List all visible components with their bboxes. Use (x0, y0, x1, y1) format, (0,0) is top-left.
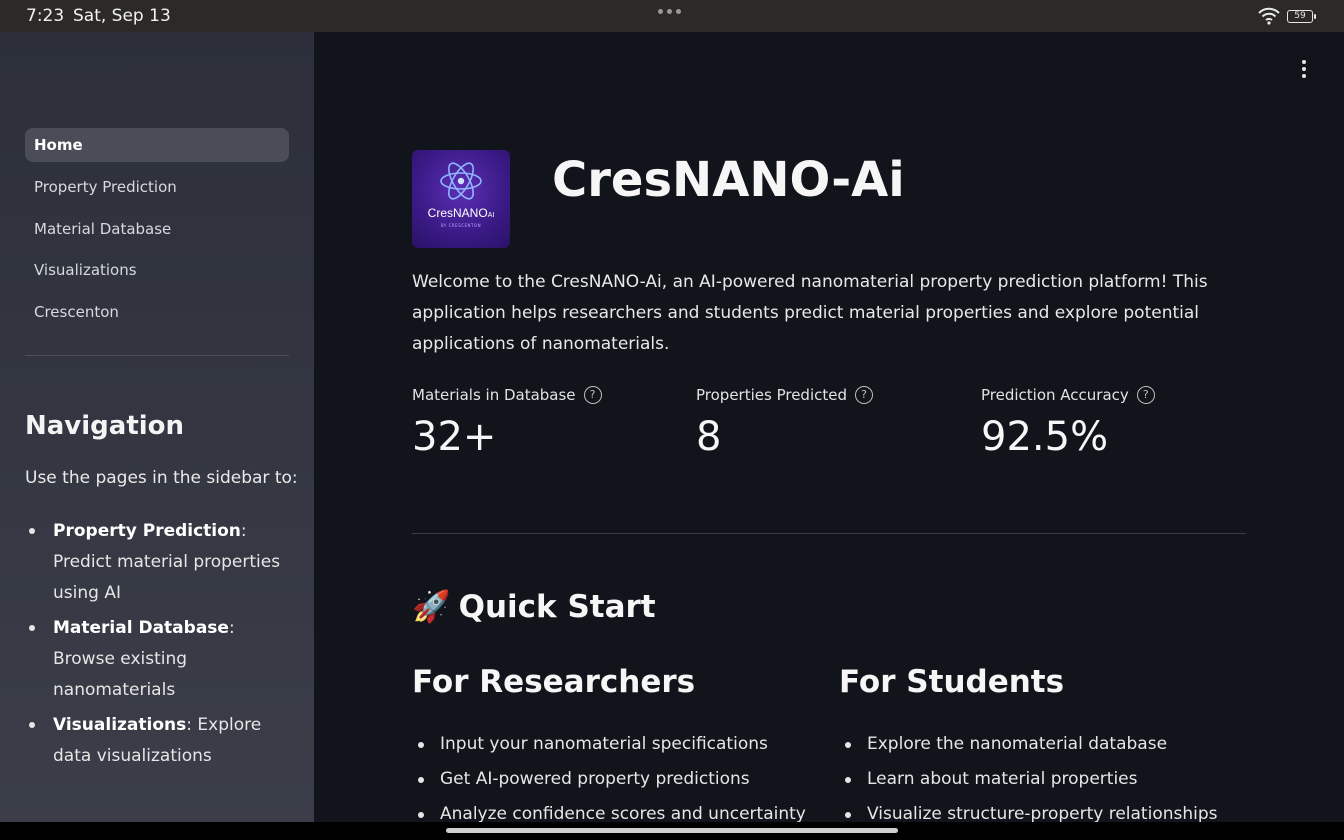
page-title: CresNANO-Ai (552, 152, 905, 208)
students-list: Explore the nanomaterial database Learn … (839, 727, 1259, 822)
battery-level: 59 (1294, 11, 1306, 21)
logo-name: CresNANO (427, 206, 488, 220)
sidebar-item-home[interactable]: Home (25, 128, 289, 162)
help-icon[interactable]: ? (583, 386, 602, 404)
sidebar-intro: Use the pages in the sidebar to: (25, 468, 298, 488)
logo-suffix: AI (487, 212, 495, 219)
wifi-icon (1258, 7, 1280, 25)
main-content: CresNANOAI BY CRESCENTON CresNANO-Ai Wel… (314, 32, 1344, 822)
multitask-dots-icon[interactable] (658, 9, 681, 14)
sidebar-heading: Navigation (25, 411, 185, 441)
home-indicator[interactable] (446, 828, 898, 833)
status-time: 7:23 (26, 6, 65, 26)
list-item: Input your nanomaterial specifications (412, 727, 832, 762)
metric-value: 32+ (412, 414, 497, 460)
help-icon[interactable]: ? (855, 386, 873, 404)
rocket-icon: 🚀 (412, 589, 451, 625)
sidebar-item-property-prediction[interactable]: Property Prediction (25, 170, 289, 204)
list-item: Get AI-powered property predictions (412, 762, 832, 797)
help-icon[interactable]: ? (1136, 386, 1155, 404)
welcome-text: Welcome to the CresNANO-Ai, an AI-powere… (412, 272, 1208, 354)
status-date: Sat, Sep 13 (73, 6, 171, 26)
status-bar: 7:23 Sat, Sep 13 59 (0, 0, 1344, 32)
sidebar-item-crescenton[interactable]: Crescenton (25, 295, 289, 329)
list-item: Visualizations: Explore data visualizati… (25, 710, 295, 772)
list-item: Property Prediction: Predict material pr… (25, 516, 295, 609)
metric-value: 8 (696, 414, 722, 460)
bullet-title: Material Database (53, 618, 229, 638)
sidebar-bullet-list: Property Prediction: Predict material pr… (25, 516, 295, 776)
quick-start-heading: 🚀 Quick Start (412, 588, 656, 626)
list-item: Visualize structure-property relationshi… (839, 797, 1259, 822)
section-divider (412, 533, 1246, 534)
metric-value: 92.5% (981, 414, 1109, 460)
sidebar-item-visualizations[interactable]: Visualizations (25, 253, 289, 287)
bullet-title: Visualizations (53, 715, 187, 735)
metric-materials: Materials in Database? 32+ (412, 386, 602, 460)
atom-icon (440, 162, 482, 200)
students-heading: For Students (839, 664, 1065, 700)
battery-icon: 59 (1287, 10, 1316, 23)
metric-properties: Properties Predicted? 8 (696, 386, 873, 460)
bottom-bar (0, 822, 1344, 840)
sidebar: Home Property Prediction Material Databa… (0, 32, 314, 822)
researchers-list: Input your nanomaterial specifications G… (412, 727, 832, 822)
metric-accuracy: Prediction Accuracy? 92.5% (981, 386, 1155, 460)
sidebar-item-material-database[interactable]: Material Database (25, 212, 289, 246)
metric-label: Materials in Database (412, 386, 576, 404)
logo-text: CresNANOAI (412, 206, 510, 220)
more-menu-icon[interactable] (1298, 60, 1310, 80)
metric-label: Properties Predicted (696, 386, 847, 404)
app-logo: CresNANOAI BY CRESCENTON (412, 150, 510, 248)
bullet-title: Property Prediction (53, 521, 241, 541)
quick-start-label: Quick Start (458, 588, 656, 625)
list-item: Explore the nanomaterial database (839, 727, 1259, 762)
metric-label: Prediction Accuracy (981, 386, 1129, 404)
logo-subtitle: BY CRESCENTON (440, 223, 482, 228)
researchers-heading: For Researchers (412, 664, 696, 700)
list-item: Learn about material properties (839, 762, 1259, 797)
list-item: Analyze confidence scores and uncertaint… (412, 797, 832, 822)
sidebar-divider (25, 355, 289, 356)
list-item: Material Database: Browse existing nanom… (25, 613, 295, 706)
